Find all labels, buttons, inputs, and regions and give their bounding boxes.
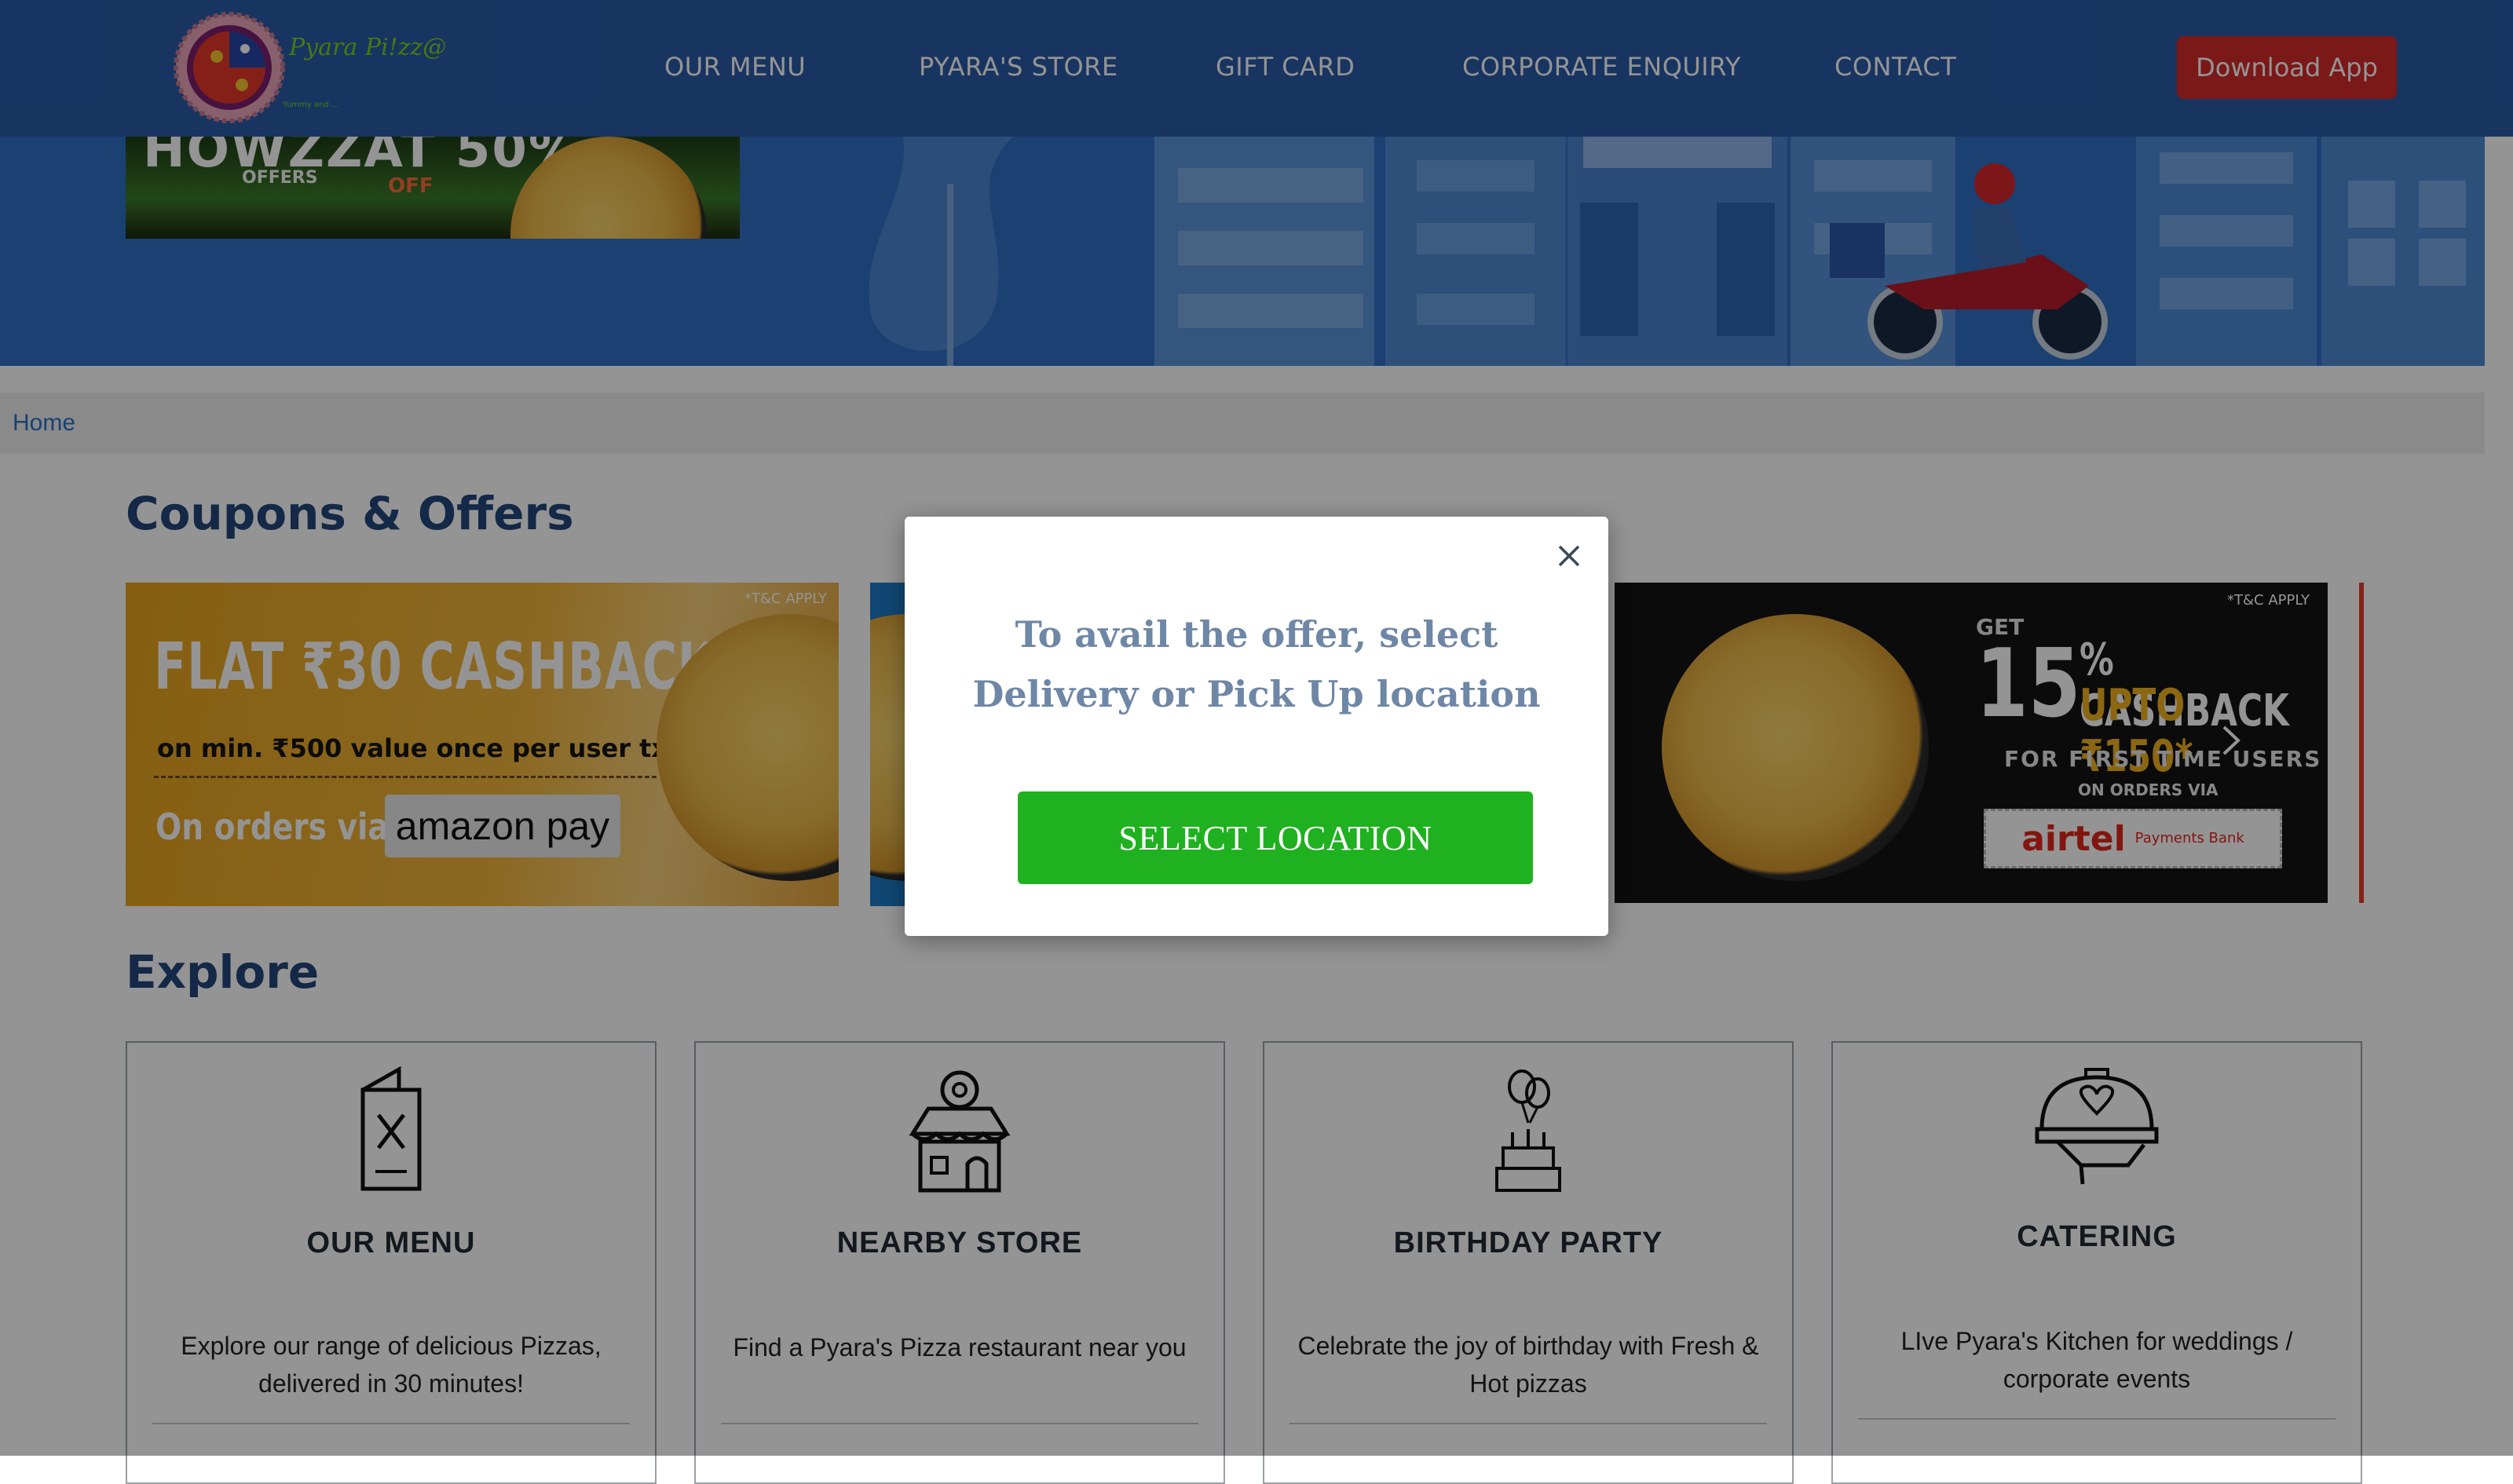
select-location-button[interactable]: SELECT LOCATION (1018, 791, 1533, 884)
location-modal: To avail the offer, select Delivery or P… (905, 517, 1608, 936)
close-icon[interactable] (1553, 540, 1585, 572)
modal-message: To avail the offer, select Delivery or P… (972, 613, 1541, 715)
